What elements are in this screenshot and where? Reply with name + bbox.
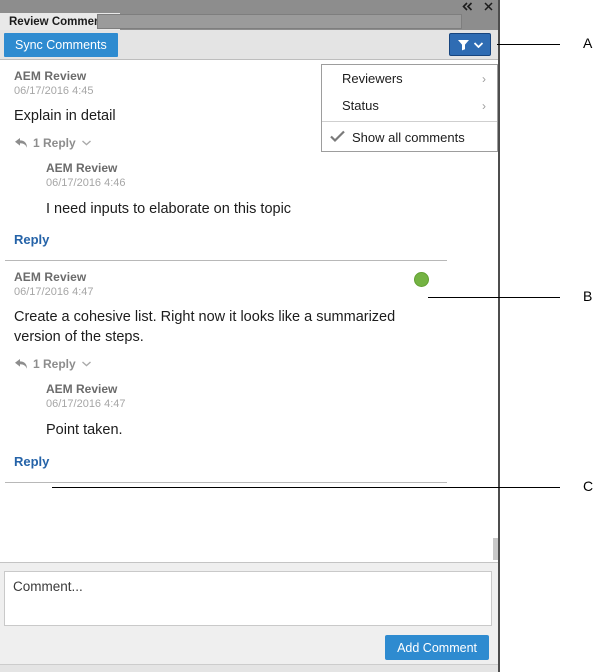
callout-line-c (52, 487, 560, 488)
comment-header: AEM Review 06/17/2016 4:47 Create a cohe… (0, 261, 498, 370)
comment-body: Create a cohesive list. Right now it loo… (14, 308, 432, 347)
replies-toggle[interactable]: 1 Reply (14, 136, 91, 150)
panel-tabstrip: Review Comments (0, 13, 498, 30)
tabstrip-empty-area (97, 14, 462, 29)
double-chevron-left-icon[interactable] (461, 1, 473, 12)
reply-item: AEM Review 06/17/2016 4:47 Point taken. (0, 382, 498, 441)
callout-line-b (428, 297, 560, 298)
callout-label-b: B (583, 288, 592, 304)
composer-footer (0, 664, 498, 672)
reply-author: AEM Review (46, 382, 498, 396)
panel-toolbar: Sync Comments (0, 30, 498, 60)
review-comments-panel: Review Comments Sync Comments (0, 0, 500, 672)
menu-item-label: Status (342, 98, 379, 113)
close-icon[interactable] (482, 1, 494, 12)
reply-arrow-icon (14, 137, 28, 149)
funnel-icon (457, 38, 470, 51)
comment-date: 06/17/2016 4:47 (14, 286, 484, 298)
chevron-right-icon: › (482, 99, 486, 113)
check-icon (330, 130, 345, 145)
reply-author: AEM Review (46, 161, 498, 175)
replies-count-label: 1 Reply (33, 136, 76, 150)
window-controls (461, 0, 494, 13)
reply-link[interactable]: Reply (14, 232, 49, 247)
status-badge[interactable] (414, 272, 429, 287)
chevron-down-icon (81, 361, 91, 367)
reply-item: AEM Review 06/17/2016 4:46 I need inputs… (0, 161, 498, 220)
menu-item-show-all-comments[interactable]: Show all comments (322, 124, 497, 151)
reply-arrow-icon (14, 358, 28, 370)
menu-item-reviewers[interactable]: Reviewers › (322, 65, 497, 92)
comment-thread: AEM Review 06/17/2016 4:47 Create a cohe… (0, 261, 498, 482)
filter-button[interactable] (449, 33, 491, 56)
callout-label-c: C (583, 478, 593, 494)
replies-count-label: 1 Reply (33, 357, 76, 371)
reply-date: 06/17/2016 4:46 (46, 177, 498, 189)
chevron-right-icon: › (482, 72, 486, 86)
chevron-down-icon (81, 140, 91, 146)
screenshot-root: Review Comments Sync Comments (0, 0, 611, 672)
chevron-down-icon (474, 42, 483, 48)
menu-separator (322, 121, 497, 122)
menu-item-label: Show all comments (352, 130, 465, 145)
filter-dropdown-menu: Reviewers › Status › Show all comments (321, 64, 498, 152)
reply-date: 06/17/2016 4:47 (46, 398, 498, 410)
add-comment-button[interactable]: Add Comment (385, 635, 489, 660)
panel-titlebar (0, 0, 498, 13)
reply-body: Point taken. (46, 421, 498, 441)
callout-label-a: A (583, 35, 592, 51)
comment-composer: Add Comment (0, 562, 498, 672)
menu-item-status[interactable]: Status › (322, 92, 497, 119)
tab-label: Review Comments (9, 16, 111, 28)
sync-comments-button[interactable]: Sync Comments (4, 33, 118, 57)
replies-toggle[interactable]: 1 Reply (14, 357, 91, 371)
menu-item-label: Reviewers (342, 71, 403, 86)
thread-divider (5, 482, 447, 483)
callout-line-a (497, 44, 560, 45)
scrollbar-thumb[interactable] (493, 538, 498, 560)
reply-link[interactable]: Reply (14, 454, 49, 469)
comment-input[interactable] (4, 571, 492, 626)
reply-body: I need inputs to elaborate on this topic (46, 200, 498, 220)
